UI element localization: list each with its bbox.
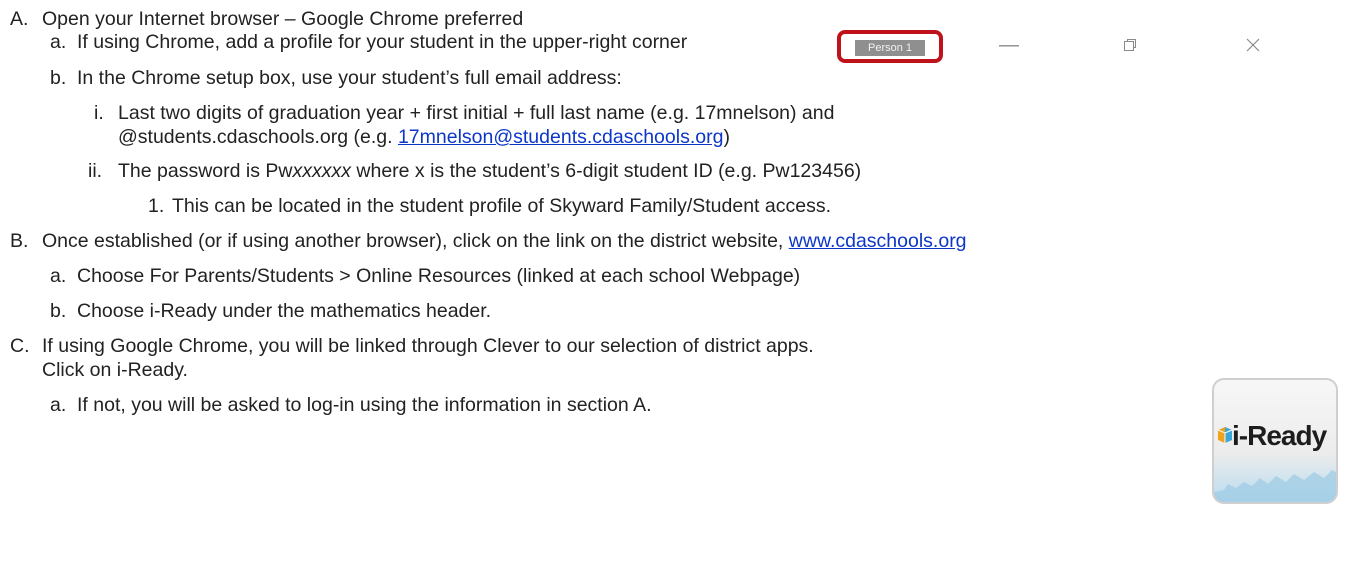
item-c-a-label: a. [50,394,67,416]
minimize-icon[interactable]: — [994,30,1024,60]
item-a-b-ii-text: The password is Pwxxxxxx where x is the … [118,160,861,183]
email-format-close: ) [723,126,730,148]
item-a-label: A. [10,8,29,30]
item-c-line1: If using Google Chrome, you will be link… [42,335,814,357]
iready-skyline-decoration [1214,470,1336,502]
email-example-link[interactable]: 17mnelson@students.cdaschools.org [398,126,723,148]
item-a-b-i-label: i. [94,102,104,124]
item-a-b-i-line2: @students.cdaschools.org (e.g. 17mnelson… [118,126,730,149]
item-b-a-text: Choose For Parents/Students > Online Res… [77,265,801,287]
profile-button[interactable]: Person 1 [855,40,925,56]
item-b-text: Once established (or if using another br… [42,230,967,253]
item-c-line2: Click on i-Ready. [42,359,188,381]
item-a-b-ii-1-label: 1. [148,195,165,217]
item-b-label: B. [10,230,29,252]
item-b-b-text: Choose i-Ready under the mathematics hea… [77,300,492,322]
profile-highlight-box: Person 1 [837,30,943,63]
email-format-text: @students.cdaschools.org (e.g. [118,126,398,148]
item-a-b-i-line1: Last two digits of graduation year + fir… [118,102,835,124]
item-b-a-label: a. [50,265,67,287]
item-a-b-label: b. [50,67,67,89]
item-c-label: C. [10,335,30,357]
iready-logo-text: i-Ready [1232,420,1327,451]
item-a-b-text: In the Chrome setup box, use your studen… [77,67,622,89]
item-b-text-body: Once established (or if using another br… [42,230,789,252]
item-a-a-text: If using Chrome, add a profile for your … [77,31,688,53]
item-a-text: Open your Internet browser – Google Chro… [42,8,524,30]
item-a-b-ii-1-text: This can be located in the student profi… [172,195,832,217]
item-b-b-label: b. [50,300,67,322]
item-c-a-text: If not, you will be asked to log-in usin… [77,394,652,416]
item-a-a-label: a. [50,31,67,53]
iready-app-icon[interactable]: i-Ready [1212,378,1338,504]
restore-icon[interactable] [1115,30,1145,60]
district-website-link[interactable]: www.cdaschools.org [789,230,967,252]
item-a-b-ii-label: ii. [88,160,103,182]
password-post: where x is the student’s 6-digit student… [350,160,862,182]
close-icon[interactable] [1238,30,1268,60]
password-placeholder: xxxxxx [292,160,351,182]
password-pre: The password is Pw [118,160,293,182]
